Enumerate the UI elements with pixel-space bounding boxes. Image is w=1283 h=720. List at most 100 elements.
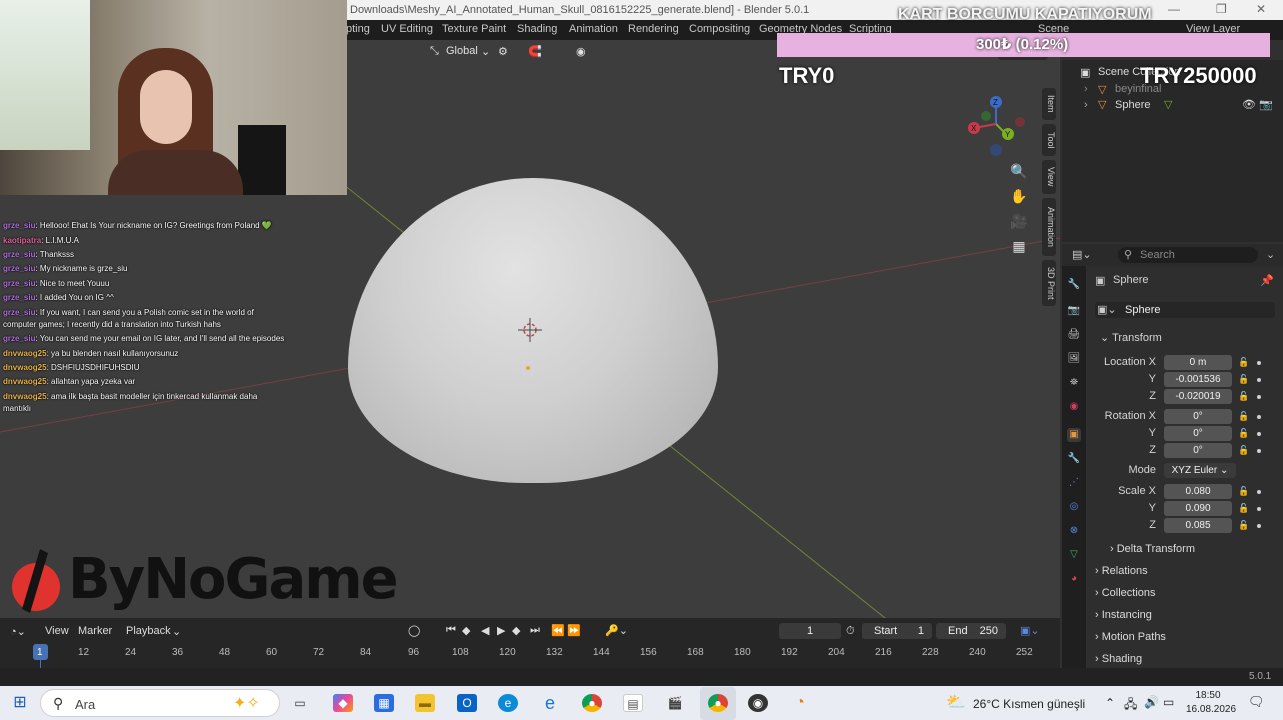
tab-compositing[interactable]: Compositing <box>689 23 750 35</box>
object-tab-icon[interactable]: ▣ <box>1067 428 1081 442</box>
panel-collections[interactable]: › Collections <box>1095 587 1273 605</box>
snap-icon[interactable]: 🧲 <box>528 45 542 58</box>
zoom-icon[interactable]: 🔍 <box>1008 160 1030 182</box>
scale-x-field[interactable]: 0.080 <box>1164 484 1232 499</box>
rotation-y-field[interactable]: 0° <box>1164 426 1232 441</box>
tab-texture-paint[interactable]: Texture Paint <box>442 23 506 35</box>
timeline-editor-icon[interactable]: ◔⌄ <box>10 625 26 638</box>
rotation-mode-dropdown[interactable]: XYZ Euler ⌄ <box>1164 463 1236 478</box>
notepad-icon[interactable]: ▤ <box>623 694 643 712</box>
particles-tab-icon[interactable]: ⋰ <box>1067 476 1081 490</box>
scale-z-field[interactable]: 0.085 <box>1164 518 1232 533</box>
keyframe-dot-icon[interactable] <box>1257 490 1261 494</box>
lock-scale-y-icon[interactable]: 🔓 <box>1238 503 1249 514</box>
location-x-field[interactable]: 0 m <box>1164 355 1232 370</box>
data-tab-icon[interactable]: ▽ <box>1067 548 1081 562</box>
expand-arrow-icon[interactable]: › <box>1084 99 1088 111</box>
copilot-icon[interactable]: ◆ <box>333 694 353 712</box>
taskbar-search-input[interactable]: ⚲ Ara ✦✧ <box>40 689 280 717</box>
scene-tab-icon[interactable]: ⛯ <box>1067 376 1081 390</box>
store-icon[interactable]: ▦ <box>374 694 394 712</box>
physics-tab-icon[interactable]: ◎ <box>1067 500 1081 514</box>
volume-icon[interactable]: 🔊 <box>1144 695 1159 709</box>
perspective-grid-icon[interactable]: ▦ <box>1008 235 1030 257</box>
timeline-menu-view[interactable]: View <box>45 625 69 637</box>
minimize-icon[interactable]: — <box>1168 2 1180 16</box>
pivot-icon[interactable]: ⚙ <box>498 45 508 58</box>
auto-keying-icon[interactable]: ◯ <box>408 624 420 637</box>
outlook-icon[interactable]: O <box>457 694 477 712</box>
sidebar-tab-animation[interactable]: Animation <box>1042 198 1056 256</box>
timeline-menu-marker[interactable]: Marker <box>78 625 112 637</box>
notifications-icon[interactable]: 🗨 <box>1248 694 1265 710</box>
network-icon[interactable]: 🖧 <box>1124 695 1137 716</box>
outliner-item-sphere[interactable]: Sphere <box>1115 99 1150 111</box>
transform-orientation-dropdown[interactable]: Global <box>446 45 478 57</box>
world-tab-icon[interactable]: ◉ <box>1067 400 1081 414</box>
panel-instancing[interactable]: › Instancing <box>1095 609 1273 627</box>
view-layer-tab-icon[interactable]: 🖼 <box>1067 352 1081 366</box>
keyframe-dot-icon[interactable] <box>1257 415 1261 419</box>
eye-icon[interactable]: 👁 <box>1242 98 1256 111</box>
next-marker-icon[interactable]: ⏩ <box>567 624 581 637</box>
clapper-icon[interactable]: 🎬 <box>665 694 685 712</box>
lock-location-y-icon[interactable]: 🔓 <box>1238 374 1249 385</box>
editor-type-icon[interactable]: ▤⌄ <box>1072 248 1092 261</box>
sidebar-tab-3d-print[interactable]: 3D Print <box>1042 260 1056 306</box>
panel-relations[interactable]: › Relations <box>1095 565 1273 583</box>
sidebar-tab-view[interactable]: View <box>1042 160 1056 194</box>
keying-set-icon[interactable]: 🔑⌄ <box>605 624 628 637</box>
start-frame-field[interactable]: Start 1 <box>862 623 932 639</box>
jump-start-icon[interactable]: ⏮ <box>446 624 456 637</box>
orientation-icon[interactable]: ⤡ <box>430 45 439 58</box>
chrome-active-icon[interactable]: ● <box>708 694 728 712</box>
prev-marker-icon[interactable]: ⏪ <box>551 624 565 637</box>
clock-time[interactable]: 18:50 <box>1188 690 1228 701</box>
tab-animation[interactable]: Animation <box>569 23 618 35</box>
tray-chevron-icon[interactable]: ⌃ <box>1105 696 1115 710</box>
tab-scripting-partial[interactable]: pting <box>346 23 370 35</box>
internet-explorer-icon[interactable]: e <box>540 694 560 712</box>
lock-rotation-z-icon[interactable]: 🔓 <box>1238 445 1249 456</box>
edge-icon[interactable]: e <box>498 694 518 712</box>
panel-delta-transform[interactable]: › Delta Transform <box>1110 543 1283 561</box>
lock-rotation-x-icon[interactable]: 🔓 <box>1238 411 1249 422</box>
clock-date[interactable]: 16.08.2026 <box>1186 704 1236 715</box>
lock-scale-z-icon[interactable]: 🔓 <box>1238 520 1249 531</box>
material-tab-icon[interactable]: ◕ <box>1067 572 1081 586</box>
sidebar-tab-tool[interactable]: Tool <box>1042 124 1056 156</box>
jump-end-icon[interactable]: ⏭ <box>530 624 540 637</box>
tab-rendering[interactable]: Rendering <box>628 23 679 35</box>
close-icon[interactable]: ✕ <box>1256 2 1266 16</box>
pan-hand-icon[interactable]: ✋ <box>1008 185 1030 207</box>
sidebar-tab-item[interactable]: Item <box>1042 88 1056 120</box>
play-icon[interactable]: ▶ <box>497 624 505 637</box>
keyframe-dot-icon[interactable] <box>1257 378 1261 382</box>
keyframe-dot-icon[interactable] <box>1257 524 1261 528</box>
lock-location-x-icon[interactable]: 🔓 <box>1238 357 1249 368</box>
keyframe-dot-icon[interactable] <box>1257 449 1261 453</box>
keyframe-dot-icon[interactable] <box>1257 361 1261 365</box>
constraints-tab-icon[interactable]: ⊗ <box>1067 524 1081 538</box>
obs-icon[interactable]: ◉ <box>748 694 768 712</box>
camera-view-icon[interactable]: 🎥 <box>1008 210 1030 232</box>
proportional-edit-icon[interactable]: ◉ <box>576 45 586 58</box>
end-frame-field[interactable]: End 250 <box>936 623 1006 639</box>
jump-keyframe-forward-icon[interactable]: ◆ <box>512 624 520 637</box>
tab-shading[interactable]: Shading <box>517 23 557 35</box>
keyframe-dot-icon[interactable] <box>1257 432 1261 436</box>
rotation-z-field[interactable]: 0° <box>1164 443 1232 458</box>
location-z-field[interactable]: -0.020019 <box>1164 389 1232 404</box>
lock-location-z-icon[interactable]: 🔓 <box>1238 391 1249 402</box>
properties-search-input[interactable]: ⚲ Search <box>1118 247 1258 263</box>
tab-uv-editing[interactable]: UV Editing <box>381 23 433 35</box>
scale-y-field[interactable]: 0.090 <box>1164 501 1232 516</box>
file-explorer-icon[interactable]: ▬ <box>415 694 435 712</box>
play-reverse-icon[interactable]: ◀ <box>481 624 489 637</box>
current-frame-field[interactable]: 1 <box>779 623 841 639</box>
chrome-icon[interactable]: ● <box>582 694 602 712</box>
transform-panel-header[interactable]: ⌄ Transform <box>1100 331 1162 344</box>
pin-icon[interactable]: 📌 <box>1260 274 1274 287</box>
location-y-field[interactable]: -0.001536 <box>1164 372 1232 387</box>
panel-motion-paths[interactable]: › Motion Paths <box>1095 631 1273 649</box>
